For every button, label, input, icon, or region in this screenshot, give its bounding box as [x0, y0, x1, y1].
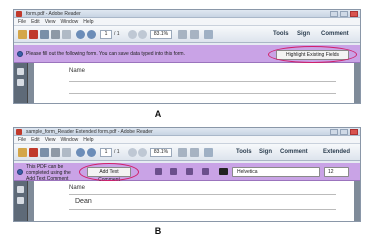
open-icon[interactable]: [18, 148, 27, 157]
create-pdf-icon[interactable]: [29, 148, 38, 157]
sign-pane-button[interactable]: Sign: [297, 31, 310, 38]
highlight-ellipse: [268, 46, 357, 63]
menu-help[interactable]: Help: [83, 19, 93, 25]
selection-tool-icon[interactable]: [204, 148, 213, 157]
zoom-out-icon[interactable]: [128, 148, 137, 157]
window-title: sample_form_Reader Extended form.pdf - A…: [26, 129, 153, 135]
form-message-bar: This PDF can be completed using the Add …: [14, 163, 360, 188]
previous-page-icon[interactable]: [76, 148, 85, 157]
second-field[interactable]: [69, 209, 336, 210]
page-thumbnails-icon[interactable]: [17, 68, 24, 75]
minimize-button[interactable]: [330, 11, 338, 17]
tools-pane-button[interactable]: Tools: [273, 31, 289, 38]
name-field[interactable]: [69, 194, 336, 195]
menu-file[interactable]: File: [18, 19, 26, 25]
next-page-icon[interactable]: [87, 148, 96, 157]
form-message-text: Please fill out the following form. You …: [26, 51, 185, 57]
zoom-in-icon[interactable]: [138, 30, 147, 39]
next-page-icon[interactable]: [87, 30, 96, 39]
page-number-field[interactable]: 1: [100, 30, 112, 39]
extended-pane-button[interactable]: Extended: [323, 149, 350, 156]
fit-page-icon[interactable]: [178, 30, 187, 39]
title-bar: form.pdf - Adobe Reader: [14, 10, 360, 18]
menu-bar: File Edit View Window Help: [14, 136, 360, 144]
toolbar: 1 / 1 83.1% Tools Sign Comment: [14, 26, 360, 43]
menu-help[interactable]: Help: [83, 137, 93, 143]
font-name-select[interactable]: Helvetica: [232, 167, 320, 177]
page-number-field[interactable]: 1: [100, 148, 112, 157]
save-icon[interactable]: [40, 30, 49, 39]
menu-edit[interactable]: Edit: [31, 137, 40, 143]
menu-bar: File Edit View Window Help: [14, 18, 360, 26]
minimize-button[interactable]: [330, 129, 338, 135]
print-icon[interactable]: [51, 148, 60, 157]
adobe-reader-icon: [16, 129, 22, 135]
info-icon: [17, 51, 23, 57]
second-field[interactable]: [69, 93, 336, 94]
reader-window-a: form.pdf - Adobe Reader File Edit View W…: [13, 9, 361, 104]
toolbar: 1 / 1 83.1% Tools Sign Comment Extended: [14, 144, 360, 161]
caption-a: A: [154, 109, 162, 119]
menu-file[interactable]: File: [18, 137, 26, 143]
maximize-button[interactable]: [340, 11, 348, 17]
comment-pane-button[interactable]: Comment: [321, 31, 349, 38]
reader-window-b: sample_form_Reader Extended form.pdf - A…: [13, 127, 361, 222]
zoom-out-icon[interactable]: [128, 30, 137, 39]
email-icon[interactable]: [62, 148, 71, 157]
pdf-page: Name: [34, 63, 354, 103]
navigation-pane: [14, 181, 28, 221]
open-icon[interactable]: [18, 30, 27, 39]
menu-edit[interactable]: Edit: [31, 19, 40, 25]
page-thumbnails-icon[interactable]: [17, 186, 24, 193]
document-area: Name: [14, 63, 360, 103]
previous-page-icon[interactable]: [76, 30, 85, 39]
close-button[interactable]: [350, 11, 358, 17]
info-icon: [17, 169, 23, 175]
page-total: / 1: [114, 149, 120, 155]
fit-page-icon[interactable]: [178, 148, 187, 157]
zoom-field[interactable]: 83.1%: [150, 30, 172, 39]
font-size-down-icon[interactable]: [155, 168, 162, 175]
maximize-button[interactable]: [340, 129, 348, 135]
comment-pane-button[interactable]: Comment: [280, 149, 308, 156]
tools-pane-button[interactable]: Tools: [236, 149, 252, 156]
email-icon[interactable]: [62, 30, 71, 39]
menu-window[interactable]: Window: [60, 137, 78, 143]
highlight-ellipse: [79, 163, 139, 181]
menu-view[interactable]: View: [45, 19, 56, 25]
menu-window[interactable]: Window: [60, 19, 78, 25]
text-color-icon[interactable]: [219, 168, 228, 175]
selection-tool-icon[interactable]: [204, 30, 213, 39]
pdf-page: Name Dean: [34, 181, 354, 221]
document-area: Name Dean: [14, 181, 360, 221]
attachments-icon[interactable]: [17, 79, 24, 86]
menu-view[interactable]: View: [45, 137, 56, 143]
name-value-text[interactable]: Dean: [75, 198, 92, 205]
name-field[interactable]: [69, 81, 336, 82]
font-size-select[interactable]: 12: [324, 167, 349, 177]
name-label: Name: [69, 68, 86, 74]
window-title: form.pdf - Adobe Reader: [26, 11, 81, 17]
text-align-icon[interactable]: [202, 168, 209, 175]
fit-width-icon[interactable]: [190, 148, 199, 157]
zoom-field[interactable]: 83.1%: [150, 148, 172, 157]
zoom-in-icon[interactable]: [138, 148, 147, 157]
font-size-up-icon[interactable]: [170, 168, 177, 175]
save-icon[interactable]: [40, 148, 49, 157]
line-spacing-icon[interactable]: [186, 168, 193, 175]
title-bar: sample_form_Reader Extended form.pdf - A…: [14, 128, 360, 136]
form-message-bar: Please fill out the following form. You …: [14, 45, 360, 63]
close-button[interactable]: [350, 129, 358, 135]
attachments-icon[interactable]: [17, 197, 24, 204]
navigation-pane: [14, 63, 28, 103]
sign-pane-button[interactable]: Sign: [259, 149, 272, 156]
create-pdf-icon[interactable]: [29, 30, 38, 39]
fit-width-icon[interactable]: [190, 30, 199, 39]
page-total: / 1: [114, 31, 120, 37]
print-icon[interactable]: [51, 30, 60, 39]
caption-b: B: [154, 226, 162, 236]
name-label: Name: [69, 185, 86, 191]
adobe-reader-icon: [16, 11, 22, 17]
